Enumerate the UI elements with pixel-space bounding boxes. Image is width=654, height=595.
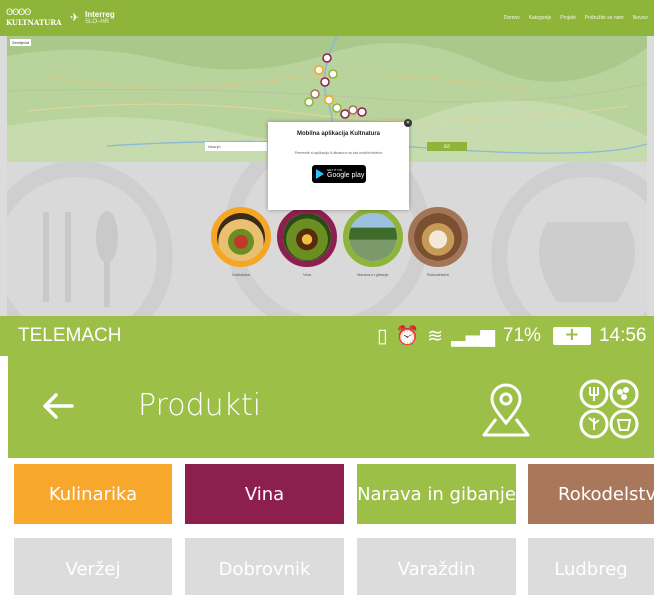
signal-icon: ▂▄▆ xyxy=(451,324,495,347)
category-label: Rokodelstvo xyxy=(426,272,449,277)
category-narava[interactable]: Narava in gibanje xyxy=(343,207,403,277)
website-screenshot: ʘʘʘʘ KULTNATURA ✈ Interreg SLO–HR Domov … xyxy=(0,0,654,316)
interreg-title: Interreg xyxy=(85,10,115,19)
category-ring xyxy=(211,207,271,267)
food-photo xyxy=(217,213,265,261)
wine-photo xyxy=(283,213,331,261)
nature-photo xyxy=(349,213,397,261)
logo-wordmark: KULTNATURA xyxy=(6,18,62,27)
craft-photo xyxy=(414,213,462,261)
interreg-logo: ✈ Interreg SLO–HR xyxy=(70,10,130,28)
site-menu-item[interactable]: Pridružite se nam xyxy=(585,15,624,21)
carrier-name: TELEMACH xyxy=(18,325,122,346)
site-menu-item[interactable]: Novice xyxy=(633,15,648,21)
site-menu-item[interactable]: Kategorije xyxy=(529,15,552,21)
category-label: Vina xyxy=(303,272,311,277)
kultnatura-logo[interactable]: ʘʘʘʘ KULTNATURA xyxy=(6,8,62,29)
alarm-icon: ⏰ xyxy=(395,325,420,347)
status-bar: TELEMACH ▯ ⏰ ≋ ▂▄▆ 71% 14:56 xyxy=(0,316,654,356)
logo-rings: ʘʘʘʘ xyxy=(6,8,31,18)
city-dobrovnik[interactable]: Dobrovnik xyxy=(185,538,344,595)
store-name: Google play xyxy=(327,172,365,179)
wifi-icon: ≋ xyxy=(427,324,444,347)
category-grid-icon[interactable] xyxy=(578,378,640,440)
site-navbar: ʘʘʘʘ KULTNATURA ✈ Interreg SLO–HR Domov … xyxy=(0,0,654,36)
category-label: Narava in gibanje xyxy=(357,272,389,277)
screen-title: Produkti xyxy=(138,388,262,423)
popup-title: Mobilna aplikacija Kultnatura xyxy=(296,131,380,137)
status-icons: ▯ ⏰ ≋ ▂▄▆ 71% 14:56 xyxy=(377,324,654,348)
map-hint: Zemljevid xyxy=(10,39,32,46)
map-search-button[interactable]: Išči xyxy=(427,142,467,151)
app-toolbar: Produkti xyxy=(8,356,654,458)
category-ring xyxy=(408,207,468,267)
map-pin-icon[interactable] xyxy=(478,381,534,437)
site-menu-item[interactable]: Projekt xyxy=(560,15,576,21)
battery-icon xyxy=(552,324,591,345)
city-ludbreg[interactable]: Ludbreg xyxy=(528,538,654,595)
category-ring xyxy=(277,207,337,267)
arrow-left-icon[interactable] xyxy=(38,386,78,426)
category-kulinarika[interactable]: Kulinarika xyxy=(211,207,271,277)
interreg-icon: ✈ xyxy=(70,11,80,24)
battery-percent: 71% xyxy=(502,324,541,346)
clock: 14:56 xyxy=(598,324,647,346)
close-icon[interactable]: ✕ xyxy=(404,119,412,127)
tab-rokodelstvo[interactable]: Rokodelstvo xyxy=(528,464,654,524)
map-search-input[interactable]: Iskanje xyxy=(205,142,267,151)
google-play-button[interactable]: GET IT ON Google play xyxy=(312,165,366,183)
tab-vina[interactable]: Vina xyxy=(185,464,344,524)
tab-narava-in-gibanje[interactable]: Narava in gibanje xyxy=(357,464,516,524)
city-varazdin[interactable]: Varaždin xyxy=(357,538,516,595)
category-rokodelstvo[interactable]: Rokodelstvo xyxy=(408,207,468,277)
site-menu-item[interactable]: Domov xyxy=(504,15,520,21)
category-vina[interactable]: Vina xyxy=(277,207,337,277)
site-menu: Domov Kategorije Projekt Pridružite se n… xyxy=(504,15,648,21)
vibrate-icon: ▯ xyxy=(377,324,388,347)
interreg-subtitle: SLO–HR xyxy=(85,19,110,25)
google-play-icon xyxy=(316,169,324,179)
tab-kulinarika[interactable]: Kulinarika xyxy=(14,464,172,524)
city-verzej[interactable]: Veržej xyxy=(14,538,172,595)
popup-text: Prenesite si aplikacijo Kultnatura na va… xyxy=(294,151,383,155)
category-label: Kulinarika xyxy=(232,272,250,277)
app-promo-popup: ✕ Mobilna aplikacija Kultnatura Prenesit… xyxy=(268,119,412,210)
category-ring xyxy=(343,207,403,267)
